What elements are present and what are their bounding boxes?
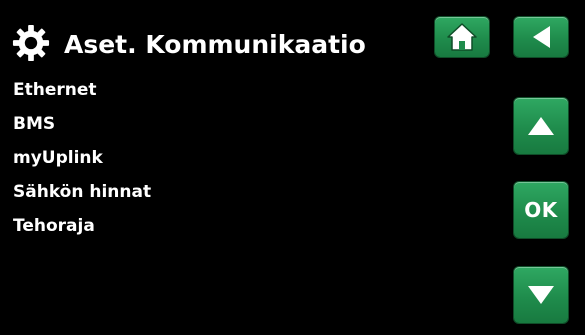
menu-item-ethernet[interactable]: Ethernet (13, 79, 97, 101)
settings-screen: Aset. Kommunikaatio Ethernet BMS myUplin… (0, 0, 585, 335)
scroll-down-button[interactable] (514, 267, 568, 323)
home-button[interactable] (435, 17, 489, 57)
page-title: Aset. Kommunikaatio (64, 30, 366, 59)
scroll-up-button[interactable] (514, 98, 568, 154)
menu-item-myuplink[interactable]: myUplink (13, 147, 103, 169)
home-icon (447, 23, 477, 51)
back-arrow-icon (533, 26, 550, 48)
gear-icon (12, 24, 50, 62)
up-arrow-icon (528, 117, 554, 135)
ok-button[interactable]: OK (514, 182, 568, 238)
menu-item-power-limit[interactable]: Tehoraja (13, 215, 95, 237)
ok-button-label: OK (524, 198, 558, 222)
menu-item-bms[interactable]: BMS (13, 113, 55, 135)
down-arrow-icon (528, 286, 554, 304)
back-button[interactable] (514, 17, 568, 57)
menu-item-electricity-prices[interactable]: Sähkön hinnat (13, 181, 151, 203)
